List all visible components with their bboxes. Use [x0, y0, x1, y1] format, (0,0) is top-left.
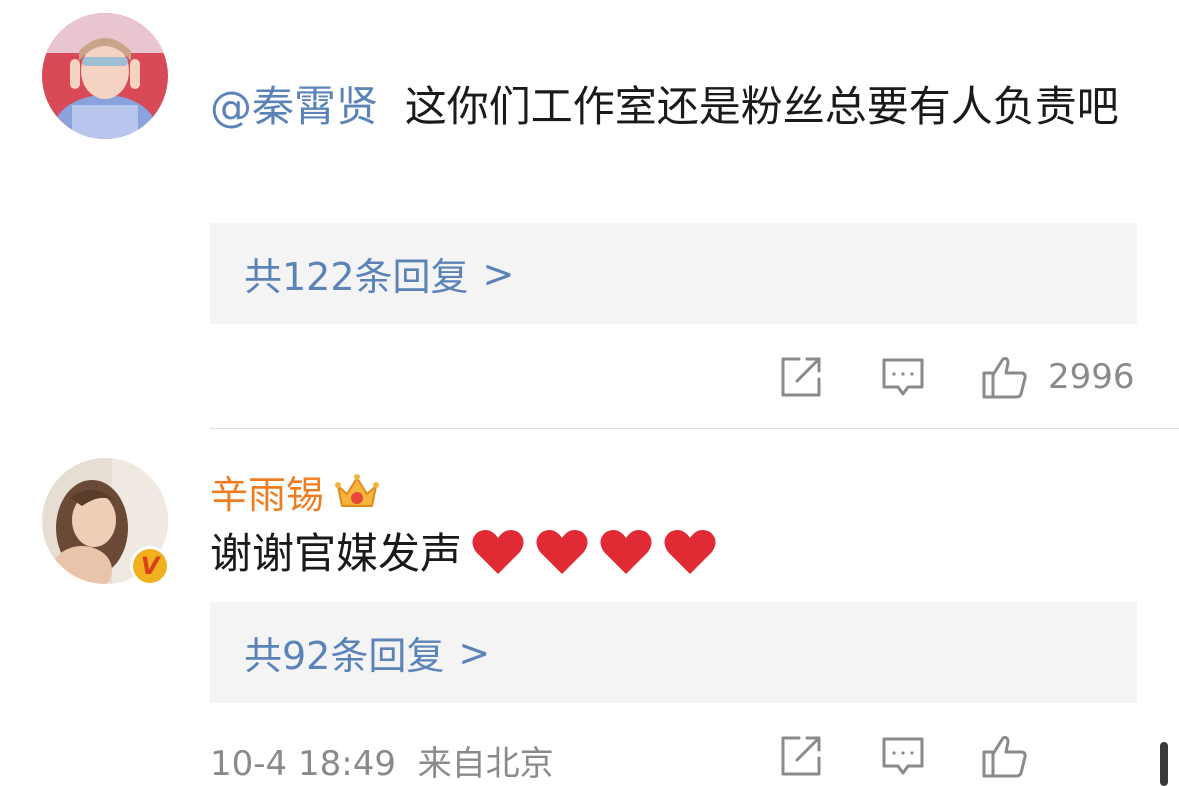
like-count: 2996 — [1048, 357, 1135, 397]
heart-icon — [600, 530, 652, 574]
view-replies-button[interactable]: 共92条回复 > — [210, 602, 1137, 703]
chevron-right-icon: > — [458, 630, 491, 675]
heart-icon — [536, 530, 588, 574]
username[interactable]: 辛雨锡 — [210, 464, 380, 519]
location: 来自北京 — [417, 744, 554, 784]
share-icon[interactable] — [779, 734, 823, 778]
mention-link[interactable]: @秦霄贤 — [210, 82, 378, 131]
comment-text: @秦霄贤 这你们工作室还是粉丝总要有人负责吧 — [210, 71, 1150, 143]
avatar[interactable] — [42, 13, 168, 139]
replies-count-label: 共92条回复 — [244, 634, 445, 678]
comment-item: @秦霄贤 这你们工作室还是粉丝总要有人负责吧 共122条回复 > 2996 — [0, 0, 1179, 428]
scrollbar[interactable] — [1160, 742, 1168, 786]
chevron-right-icon: > — [482, 251, 515, 296]
like-icon[interactable] — [981, 732, 1029, 780]
comment-icon[interactable] — [881, 355, 925, 399]
view-replies-button[interactable]: 共122条回复 > — [210, 223, 1137, 324]
crown-icon — [335, 473, 380, 507]
comment-text: 谢谢官媒发声 — [210, 518, 1150, 590]
heart-icon — [472, 530, 524, 574]
verified-badge: V — [130, 546, 170, 586]
like-icon[interactable] — [981, 353, 1029, 401]
heart-icon — [664, 530, 716, 574]
timestamp: 10-4 18:49 — [210, 744, 396, 784]
comment-item: V 辛雨锡 谢谢官媒发声 共92条回复 > 10-4 18:49 来自北京 — [0, 429, 1179, 786]
comment-body: 这你们工作室还是粉丝总要有人负责吧 — [404, 82, 1119, 131]
username-label: 辛雨锡 — [210, 473, 325, 517]
comment-meta: 10-4 18:49 来自北京 — [210, 736, 554, 785]
comment-icon[interactable] — [881, 734, 925, 778]
comment-body: 谢谢官媒发声 — [210, 529, 463, 578]
replies-count-label: 共122条回复 — [244, 255, 469, 299]
share-icon[interactable] — [779, 355, 823, 399]
